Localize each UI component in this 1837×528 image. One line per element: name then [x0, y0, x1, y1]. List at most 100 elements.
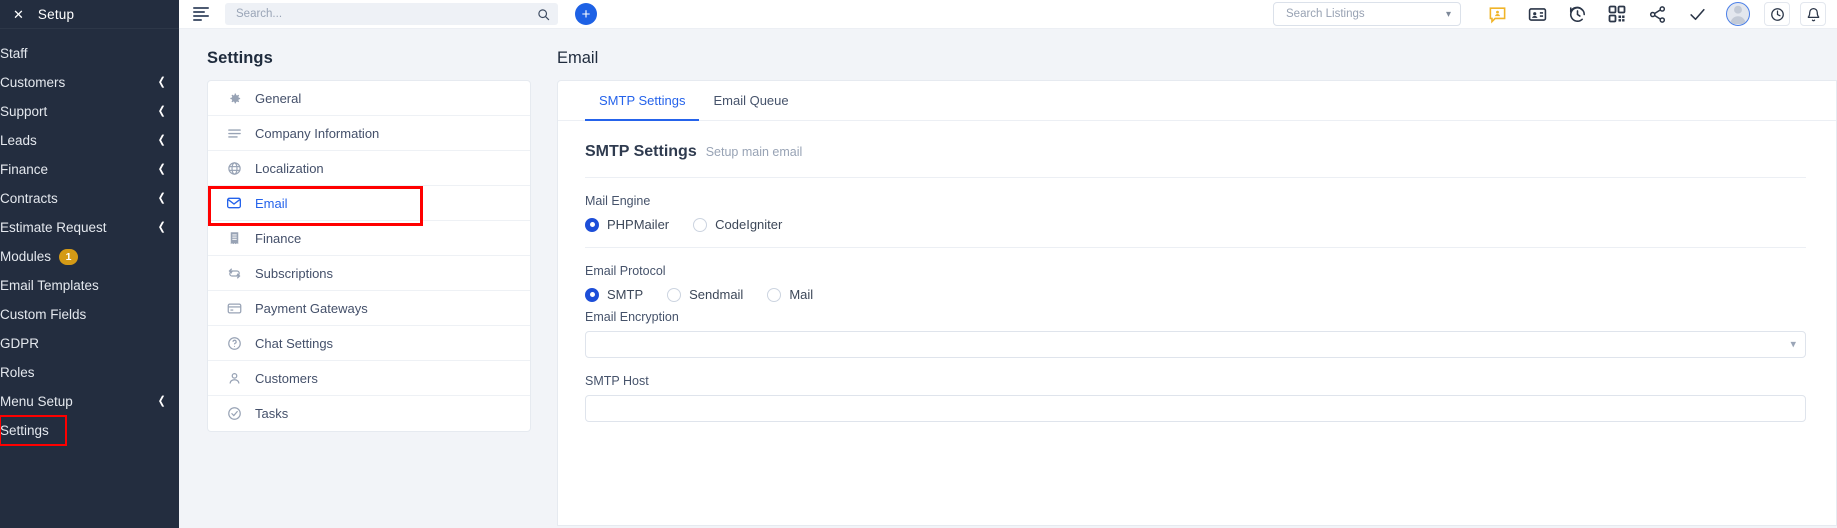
radio-dot[interactable] — [693, 217, 708, 232]
sidebar-item-label-wrap: Estimate Request — [0, 220, 107, 235]
radio-label: CodeIgniter — [715, 217, 783, 232]
close-icon[interactable]: ✕ — [13, 8, 24, 21]
email-encryption-select[interactable] — [585, 331, 1806, 358]
settings-item-tasks[interactable]: Tasks — [208, 396, 530, 431]
radio-mail[interactable]: Mail — [767, 287, 813, 302]
sidebar-title: Setup — [37, 6, 75, 22]
sidebar-item-contracts[interactable]: Contracts ❮ — [0, 184, 179, 213]
clock-icon[interactable] — [1764, 2, 1790, 26]
tab-email-queue[interactable]: Email Queue — [699, 81, 802, 121]
sidebar-item-roles[interactable]: Roles — [0, 358, 179, 387]
sidebar-item-label: Email Templates — [0, 278, 99, 293]
sidebar-item-finance[interactable]: Finance ❮ — [0, 155, 179, 184]
email-tabs: SMTP Settings Email Queue — [558, 81, 1836, 121]
radio-dot[interactable] — [667, 287, 682, 302]
settings-item-email[interactable]: Email — [208, 186, 530, 226]
settings-item-chat-settings[interactable]: Chat Settings — [208, 326, 530, 361]
sidebar-item-custom-fields[interactable]: Custom Fields — [0, 300, 179, 329]
checkmark-icon[interactable] — [1686, 3, 1708, 25]
email-encryption-group: Email Encryption ▾ — [585, 308, 1806, 358]
settings-item-customers[interactable]: Customers — [208, 361, 530, 396]
search-listings-value: Search Listings — [1286, 8, 1365, 20]
sidebar-item-label-wrap: Custom Fields — [0, 307, 86, 322]
settings-item-general[interactable]: General — [208, 81, 530, 116]
sidebar-item-leads[interactable]: Leads ❮ — [0, 126, 179, 155]
app-root: ✕ Setup Staff Customers ❮ Support ❮ Leads ❮ Fin… — [0, 0, 1837, 528]
settings-item-localization[interactable]: Localization — [208, 151, 530, 186]
list-icon — [226, 125, 242, 141]
sidebar-item-gdpr[interactable]: GDPR — [0, 329, 179, 358]
sidebar-item-label-wrap: Finance — [0, 162, 48, 177]
main-area: + Search Listings ▾ — [179, 0, 1837, 528]
qr-code-icon[interactable] — [1606, 3, 1628, 25]
hamburger-menu-icon[interactable] — [193, 7, 209, 21]
sidebar-item-label-wrap: Email Templates — [0, 278, 99, 293]
gear-icon — [226, 90, 242, 106]
radio-sendmail[interactable]: Sendmail — [667, 287, 743, 302]
chevron-left-icon[interactable]: ❮ — [157, 106, 165, 117]
sidebar-item-menu-setup[interactable]: Menu Setup ❮ — [0, 387, 179, 416]
radio-dot[interactable] — [585, 287, 599, 302]
sidebar-item-label-wrap: Customers — [0, 75, 65, 90]
settings-item-payment-gateways[interactable]: Payment Gateways — [208, 291, 530, 326]
chevron-left-icon[interactable]: ❮ — [157, 77, 165, 88]
chat-feedback-icon[interactable] — [1486, 3, 1508, 25]
settings-item-label: Tasks — [255, 406, 289, 421]
sidebar-item-badge: 1 — [59, 248, 79, 265]
sidebar-item-label-wrap: Modules 1 — [0, 248, 79, 265]
radio-dot[interactable] — [767, 287, 782, 302]
form-title: SMTP Settings — [585, 143, 697, 160]
sidebar-item-support[interactable]: Support ❮ — [0, 97, 179, 126]
sidebar-item-email-templates[interactable]: Email Templates — [0, 271, 179, 300]
chevron-left-icon[interactable]: ❮ — [157, 222, 165, 233]
search-listings-dropdown[interactable]: Search Listings ▾ — [1273, 2, 1461, 26]
mail-engine-label: Mail Engine — [585, 194, 651, 208]
user-avatar[interactable] — [1726, 2, 1750, 26]
radio-codeigniter[interactable]: CodeIgniter — [693, 217, 782, 232]
add-new-button[interactable]: + — [575, 3, 597, 25]
sidebar-item-customers[interactable]: Customers ❮ — [0, 68, 179, 97]
bell-icon[interactable] — [1800, 2, 1826, 26]
settings-item-finance[interactable]: Finance — [208, 221, 530, 256]
credit-card-icon — [226, 300, 242, 316]
email-encryption-select-wrap[interactable]: ▾ — [585, 331, 1806, 358]
tab-smtp-settings[interactable]: SMTP Settings — [585, 81, 700, 121]
chevron-left-icon[interactable]: ❮ — [157, 396, 165, 407]
sidebar-item-label-wrap: Roles — [0, 365, 35, 380]
sidebar-item-label: Menu Setup — [0, 394, 73, 409]
settings-item-subscriptions[interactable]: Subscriptions — [208, 256, 530, 291]
sidebar-item-label-wrap: Leads — [0, 133, 37, 148]
sidebar-nav: Staff Customers ❮ Support ❮ Leads ❮ Finance ❮ Con… — [0, 29, 179, 446]
sidebar-item-modules[interactable]: Modules 1 — [0, 242, 179, 271]
content-area: Settings General Company Information Local… — [179, 29, 1837, 528]
receipt-icon — [226, 230, 242, 246]
sidebar-item-label: Leads — [0, 133, 37, 148]
email-protocol-radios: SMTP Sendmail Mail — [585, 287, 1806, 308]
radio-dot[interactable] — [585, 217, 599, 232]
history-clock-icon[interactable] — [1566, 3, 1588, 25]
contact-card-icon[interactable] — [1526, 3, 1548, 25]
radio-phpmailer[interactable]: PHPMailer — [585, 217, 669, 232]
sidebar-item-settings[interactable]: Settings — [0, 415, 67, 446]
smtp-host-input[interactable] — [585, 395, 1806, 422]
settings-item-label: Email — [255, 195, 288, 211]
mail-engine-radios: PHPMailer CodeIgniter — [585, 217, 1806, 248]
chevron-left-icon[interactable]: ❮ — [157, 135, 165, 146]
radio-smtp[interactable]: SMTP — [585, 287, 643, 302]
search-icon[interactable] — [537, 8, 550, 21]
sidebar-item-label: Roles — [0, 365, 35, 380]
settings-item-company-information[interactable]: Company Information — [208, 116, 530, 151]
sidebar-item-label: Support — [0, 104, 48, 119]
sidebar-item-estimate-request[interactable]: Estimate Request ❮ — [0, 213, 179, 242]
radio-label: Mail — [789, 287, 814, 302]
sidebar-item-staff[interactable]: Staff — [0, 39, 179, 68]
sidebar-header: ✕ Setup — [0, 0, 179, 29]
chevron-left-icon[interactable]: ❮ — [157, 164, 165, 175]
settings-item-label: Customers — [255, 370, 318, 386]
form-subtitle: Setup main email — [705, 145, 803, 159]
search-input[interactable] — [236, 8, 537, 20]
share-icon[interactable] — [1646, 3, 1668, 25]
global-search[interactable] — [225, 3, 558, 25]
chevron-left-icon[interactable]: ❮ — [157, 193, 165, 204]
sidebar-item-label: GDPR — [0, 336, 40, 351]
